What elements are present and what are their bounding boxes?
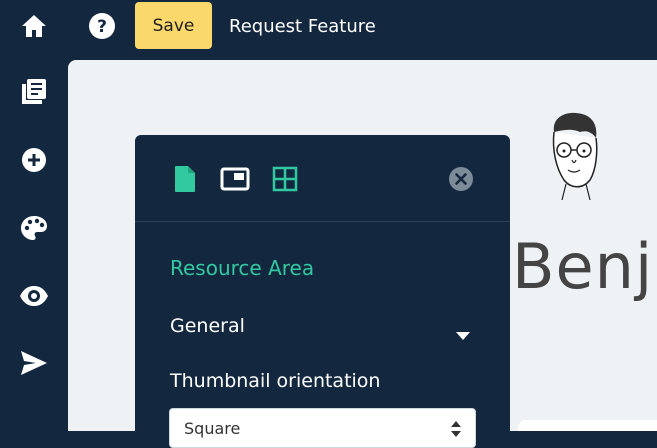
save-button[interactable]: Save: [135, 2, 212, 49]
picture-in-picture-icon[interactable]: [215, 159, 255, 199]
svg-text:?: ?: [97, 17, 107, 37]
section-title: Resource Area: [170, 256, 315, 280]
general-dropdown[interactable]: General: [170, 313, 470, 343]
help-icon[interactable]: ?: [82, 6, 122, 46]
close-icon[interactable]: [441, 159, 481, 199]
home-icon[interactable]: [14, 6, 54, 46]
pages-icon[interactable]: [14, 72, 54, 112]
grid-icon[interactable]: [265, 159, 305, 199]
thumbnail-orientation-label: Thumbnail orientation: [170, 370, 381, 392]
eye-icon[interactable]: [14, 276, 54, 316]
send-icon[interactable]: [14, 343, 54, 383]
select-value: Square: [184, 419, 241, 438]
caret-down-icon: [456, 323, 470, 345]
dropdown-label: General: [170, 315, 245, 337]
panel-divider: [135, 221, 510, 222]
settings-panel: Resource Area General Thumbnail orientat…: [135, 135, 510, 448]
sort-arrows-icon: [451, 421, 461, 441]
palette-icon[interactable]: [14, 208, 54, 248]
document-icon[interactable]: [165, 159, 205, 199]
avatar: [552, 112, 598, 200]
content-card: [518, 420, 657, 431]
request-feature-link[interactable]: Request Feature: [229, 14, 376, 40]
plus-circle-icon[interactable]: [14, 140, 54, 180]
panel-tabs: [135, 135, 510, 221]
thumbnail-orientation-select[interactable]: Square: [169, 408, 476, 448]
profile-name-heading: Benja: [512, 230, 657, 303]
